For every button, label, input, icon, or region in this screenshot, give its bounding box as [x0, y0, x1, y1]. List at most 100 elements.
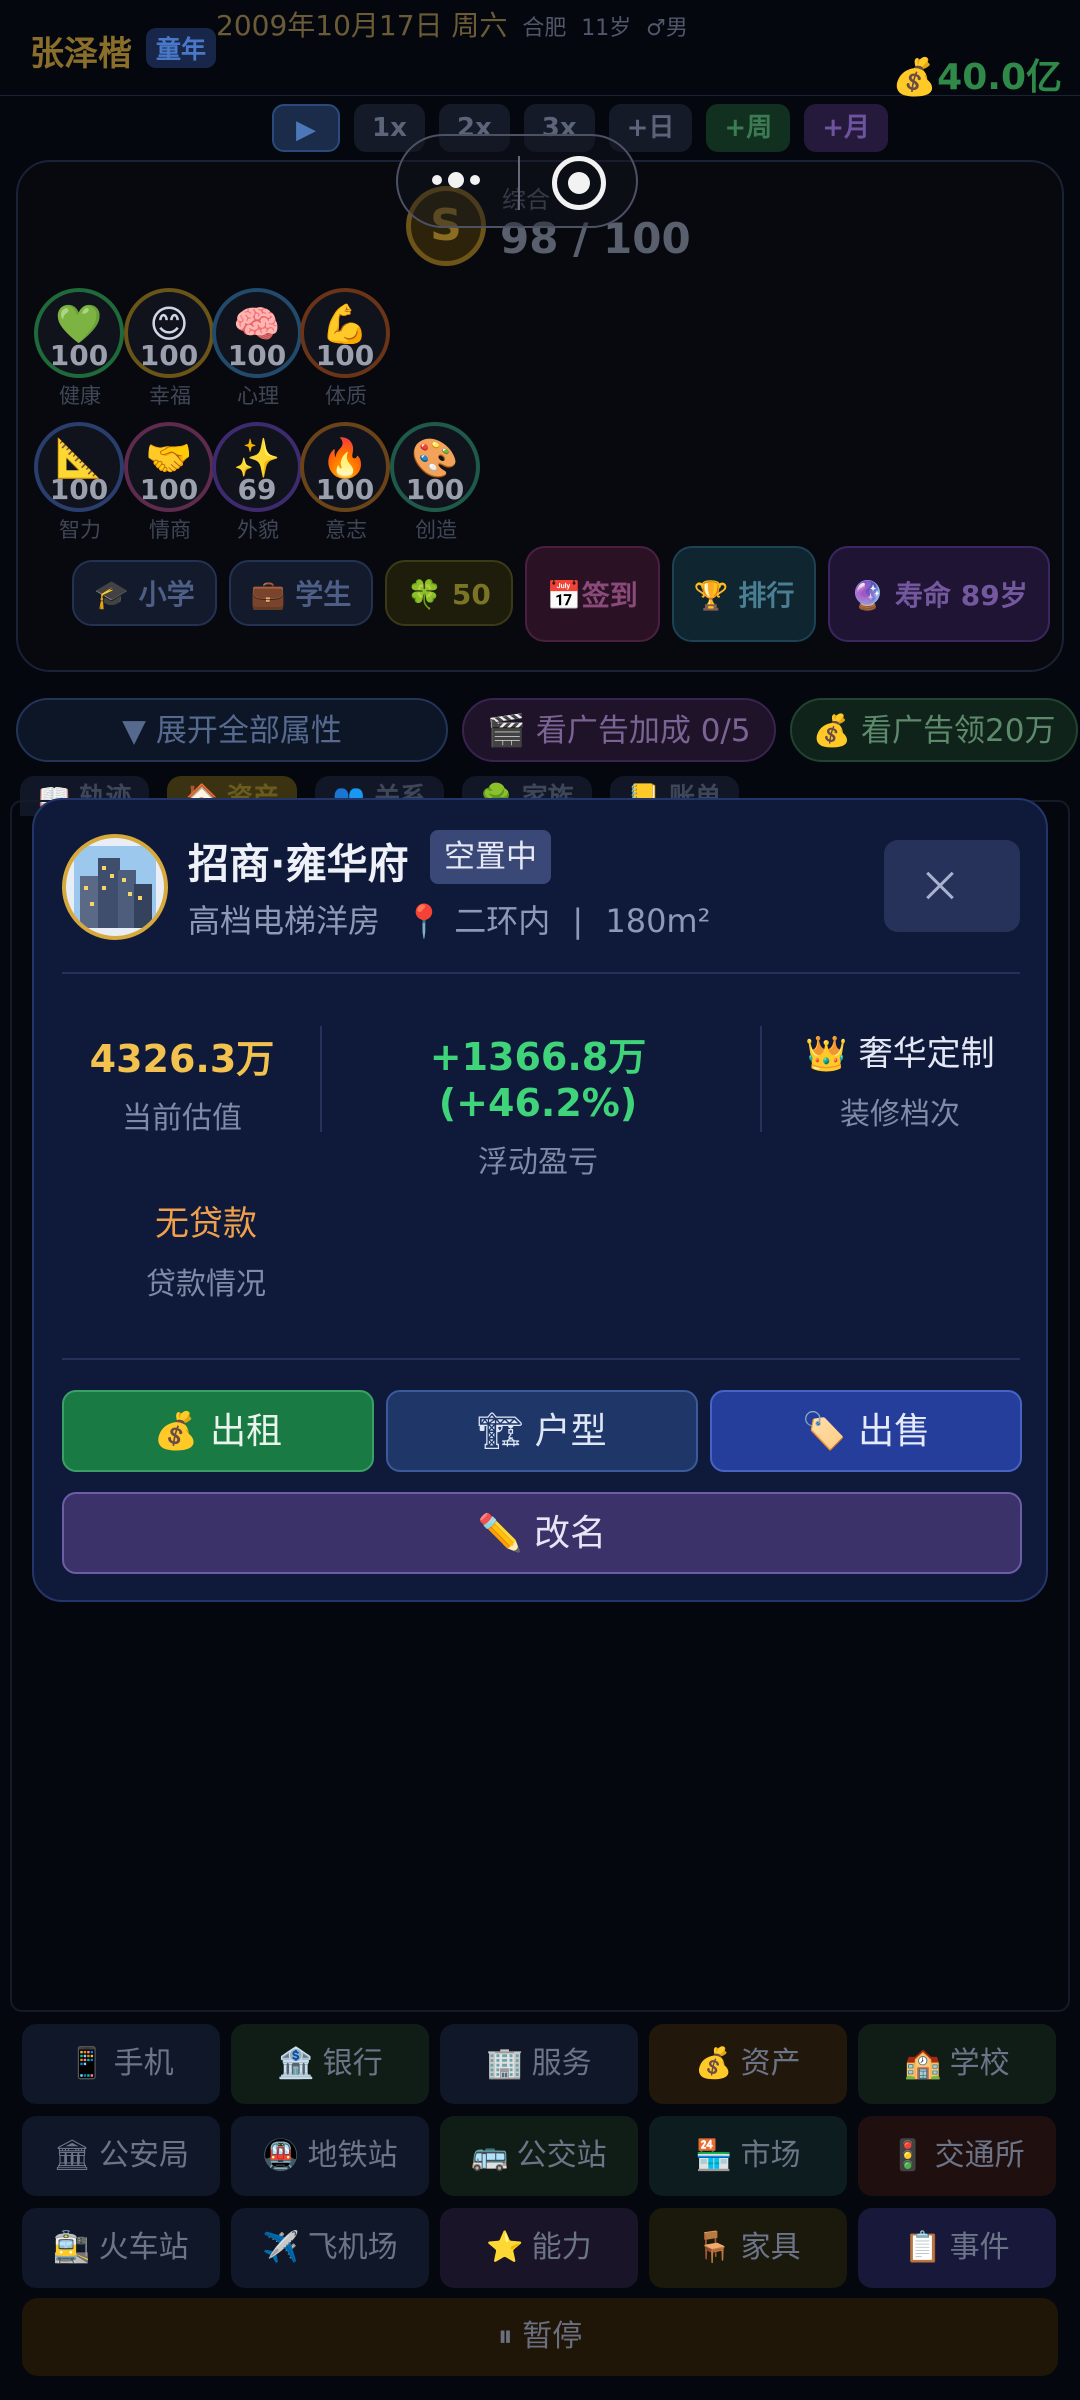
- ad-bonus-button[interactable]: 🎬 看广告加成 0/5: [462, 698, 776, 762]
- loan-value: 无贷款: [155, 1204, 257, 1244]
- layout-button[interactable]: 🏗 户型: [386, 1390, 698, 1472]
- luck-tag: 🍀 50: [385, 560, 513, 626]
- menu-button[interactable]: ⭐ 能力: [440, 2208, 638, 2288]
- attribute-item: 🤝 100 情商: [124, 422, 216, 544]
- attribute-value: 100: [315, 339, 375, 372]
- menu-button[interactable]: 🚇 地铁站: [231, 2116, 429, 2196]
- close-button[interactable]: [884, 840, 1020, 932]
- money-display: 💰40.0亿: [892, 57, 1062, 98]
- menu-label: 银行: [322, 2046, 383, 2081]
- job-tag: 💼 学生: [228, 560, 374, 626]
- attribute-item: 💚 100 健康: [34, 288, 126, 410]
- attribute-name: 心理: [237, 384, 279, 408]
- decor-metric: 👑 奢华定制 装修档次: [778, 1026, 1022, 1133]
- attribute-name: 外貌: [237, 518, 279, 542]
- menu-icon: 📋: [904, 2230, 942, 2265]
- menu-label: 资产: [740, 2046, 801, 2081]
- menu-icon: 💰: [695, 2046, 733, 2081]
- checkin-label: 签到: [581, 579, 638, 612]
- menu-icon: 🏪: [695, 2138, 733, 2173]
- attribute-ring: 😊 100: [124, 288, 214, 378]
- checkin-button[interactable]: 📅签到: [524, 546, 660, 642]
- menu-button[interactable]: 🏢 服务: [440, 2024, 638, 2104]
- menu-button[interactable]: 🏛 公安局: [22, 2116, 220, 2196]
- menu-button[interactable]: 💰 资产: [649, 2024, 847, 2104]
- ad-money-button[interactable]: 💰 看广告领20万: [790, 698, 1078, 762]
- menu-button[interactable]: 🏪 市场: [649, 2116, 847, 2196]
- menu-button[interactable]: 🏫 学校: [858, 2024, 1056, 2104]
- menu-button[interactable]: ✈️ 飞机场: [231, 2208, 429, 2288]
- attribute-value: 100: [227, 339, 287, 372]
- pnl-metric: +1366.8万 (+46.2%) 浮动盈亏: [338, 1026, 738, 1181]
- attribute-item: 🎨 100 创造: [390, 422, 482, 544]
- attribute-ring: 🔥 100: [300, 422, 390, 512]
- attribute-value: 100: [49, 339, 109, 372]
- attribute-ring: 💪 100: [300, 288, 390, 378]
- capsule-divider: [518, 156, 520, 210]
- menu-label: 家具: [740, 2230, 801, 2265]
- attribute-ring: 💚 100: [34, 288, 124, 378]
- menu-button[interactable]: 🚌 公交站: [440, 2116, 638, 2196]
- school-tag: 🎓 小学: [72, 560, 217, 626]
- pause-button[interactable]: ⏸ 暂停: [22, 2298, 1058, 2376]
- attribute-value: 100: [405, 473, 465, 506]
- menu-button[interactable]: 🏦 银行: [231, 2024, 429, 2104]
- pnl-label: 浮动盈亏: [478, 1145, 598, 1180]
- graduation-cap-icon: 🎓: [94, 578, 129, 611]
- attribute-item: 🔥 100 意志: [300, 422, 392, 544]
- menu-button[interactable]: 🚉 火车站: [22, 2208, 220, 2288]
- attribute-name: 体质: [325, 384, 367, 408]
- attribute-name: 智力: [59, 518, 101, 542]
- menu-label: 飞机场: [307, 2230, 398, 2265]
- sell-button[interactable]: 🏷️ 出售: [710, 1390, 1022, 1472]
- skip-week-button[interactable]: +周: [706, 104, 791, 152]
- menu-label: 能力: [531, 2230, 592, 2265]
- rent-button[interactable]: 💰 出租: [62, 1390, 374, 1472]
- menu-icon: 🏦: [277, 2046, 315, 2081]
- attribute-ring: 🤝 100: [124, 422, 214, 512]
- menu-button[interactable]: 🪑 家具: [649, 2208, 847, 2288]
- menu-icon: 📱: [68, 2046, 106, 2081]
- actions-divider: [62, 1358, 1020, 1360]
- calendar-icon: 📅: [546, 579, 582, 612]
- valuation-metric: 4326.3万 当前估值: [62, 1028, 302, 1137]
- attribute-ring: 🎨 100: [390, 422, 480, 512]
- tag-row: 🎓 小学 💼 学生 🍀 50 📅签到 🏆 排行 🔮 寿命 89岁: [72, 546, 1050, 642]
- menu-label: 服务: [531, 2046, 592, 2081]
- attribute-value: 69: [237, 473, 277, 506]
- ranking-label: 排行: [738, 579, 795, 612]
- loan-label: 贷款情况: [146, 1267, 266, 1302]
- menu-button[interactable]: 🚦 交通所: [858, 2116, 1056, 2196]
- skip-month-button[interactable]: +月: [804, 104, 889, 152]
- menu-button[interactable]: 📱 手机: [22, 2024, 220, 2104]
- play-button[interactable]: ▶: [272, 104, 340, 152]
- city-text: 合肥: [522, 16, 567, 41]
- attribute-ring: ✨ 69: [212, 422, 302, 512]
- attribute-name: 幸福: [149, 384, 191, 408]
- gender-text: ♂男: [646, 16, 688, 41]
- status-badge: 空置中: [430, 830, 551, 884]
- property-name: 招商·雍华府: [188, 840, 409, 888]
- lifespan-button[interactable]: 🔮 寿命 89岁: [828, 546, 1050, 642]
- close-miniprogram-icon[interactable]: [552, 156, 606, 210]
- menu-icon: 🏛: [52, 2138, 92, 2173]
- expand-attributes-button[interactable]: ▼ 展开全部属性: [16, 698, 448, 762]
- property-location: 📍 二环内: [404, 902, 551, 940]
- valuation-value: 4326.3万: [89, 1037, 275, 1081]
- ranking-button[interactable]: 🏆 排行: [671, 546, 817, 642]
- attribute-name: 创造: [415, 518, 457, 542]
- menu-icon: 🚦: [889, 2138, 927, 2173]
- property-area: 180m²: [605, 902, 711, 940]
- menu-button[interactable]: 📋 事件: [858, 2208, 1056, 2288]
- mini-program-capsule: [396, 134, 638, 228]
- more-menu-icon[interactable]: [432, 172, 480, 188]
- menu-label: 公安局: [99, 2138, 190, 2173]
- luck-value: 50: [451, 578, 491, 611]
- menu-label: 火车站: [98, 2230, 189, 2265]
- menu-icon: 🚉: [53, 2230, 91, 2265]
- rename-button[interactable]: ✏️ 改名: [62, 1492, 1022, 1574]
- attribute-item: ✨ 69 外貌: [212, 422, 304, 544]
- menu-icon: ⭐: [486, 2230, 524, 2265]
- crystal-ball-icon: 🔮: [850, 579, 886, 612]
- status-header: 张泽楷 童年 2009年10月17日 周六 合肥 11岁 ♂男 💰40.0亿: [0, 0, 1080, 98]
